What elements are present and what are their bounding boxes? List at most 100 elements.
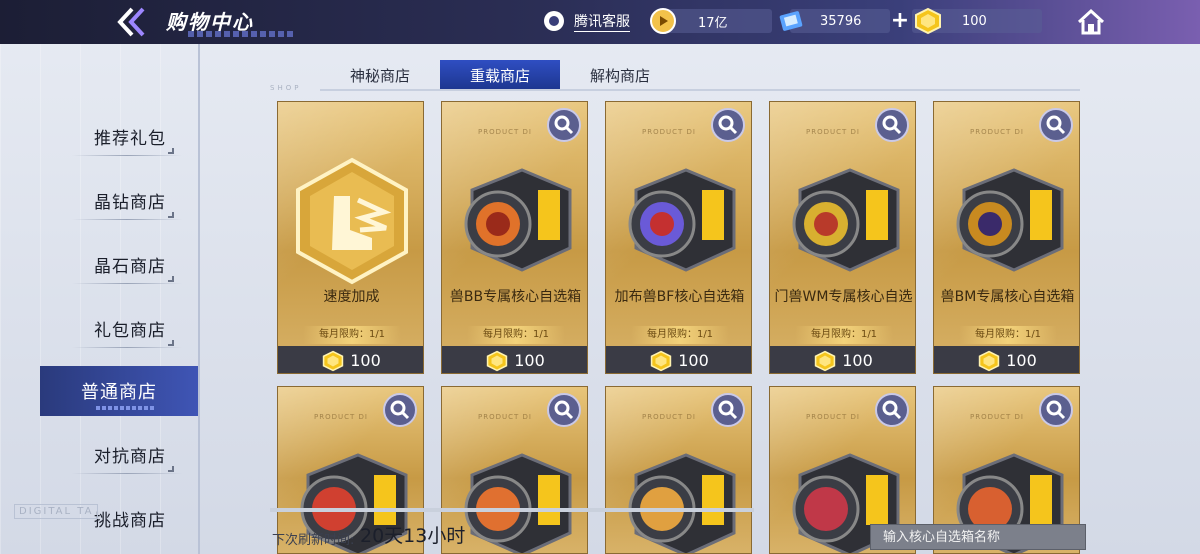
magnify-button[interactable] [875,108,909,142]
core-capsule-icon [792,168,900,272]
shop-tag: SHOP [270,84,302,92]
sidebar-item-label: 普通商店 [81,382,157,403]
gem-icon [487,350,508,371]
gem-icon [651,350,672,371]
product-name: 加布兽BF核心自选箱 [614,289,745,305]
product-name: 兽BM专属核心自选箱 [940,289,1075,305]
core-capsule-icon [628,168,736,272]
crystal-value: 35796 [820,13,862,29]
core-capsule-icon [628,453,736,553]
price-button[interactable]: 100 [770,346,915,373]
product-card[interactable]: 速度加成 每月限购：1/1 100 [277,101,424,374]
product-name: 兽BB专属核心自选箱 [449,289,582,305]
add-gem-button[interactable]: + [890,9,910,33]
corner-mark-icon [168,148,174,154]
gem-value: 100 [962,13,987,29]
magnify-button[interactable] [1039,393,1073,427]
magnify-icon [718,400,738,420]
refresh-countdown: 20天13小时 [360,525,466,547]
purchase-limit: 每月限购：1/1 [631,326,729,344]
magnify-icon [554,400,574,420]
boot-speed-icon [296,157,408,285]
product-card[interactable]: PRODUCT DI 兽BB专属核心自选箱 每月限购：1/1 100 [441,101,588,374]
back-button[interactable] [112,6,152,38]
sidebar-item-versus-shop[interactable]: 对抗商店 [60,430,200,478]
resource-gem: 100 [912,7,1042,35]
magnify-icon [554,115,574,135]
magnify-button[interactable] [547,393,581,427]
active-indicator [96,406,156,410]
headset-icon [544,11,564,31]
price-button[interactable]: 100 [606,346,751,373]
magnify-icon [1046,115,1066,135]
gem-icon [915,7,941,35]
magnify-button[interactable] [547,108,581,142]
gem-icon [815,350,836,371]
tab-mystery-shop[interactable]: 神秘商店 [320,60,440,90]
tab-heavy-shop[interactable]: 重载商店 [440,60,560,90]
price-value: 100 [514,351,545,370]
core-capsule-icon [956,168,1064,272]
resource-play-coin: 17亿 [650,8,772,34]
resource-crystal: 35796 [779,9,890,33]
magnify-button[interactable] [383,393,417,427]
purchase-limit: 每月限购：1/1 [959,326,1057,344]
sidebar-item-label: 挑战商店 [94,510,166,531]
magnify-icon [882,115,902,135]
home-icon [1077,8,1105,35]
corner-mark-icon [168,466,174,472]
magnify-button[interactable] [1039,108,1073,142]
card-brand: PRODUCT DI [806,128,860,136]
card-brand: PRODUCT DI [642,413,696,421]
sidebar-underline [72,155,182,156]
product-card[interactable]: PRODUCT DI [605,386,752,554]
price-value: 100 [842,351,873,370]
sidebar-item-diamond-shop[interactable]: 晶钻商店 [60,176,200,224]
home-button[interactable] [1074,6,1108,38]
card-brand: PRODUCT DI [642,128,696,136]
customer-service-link[interactable]: 腾讯客服 [542,9,630,33]
sidebar-item-label: 晶石商店 [94,256,166,277]
sidebar-item-label: 晶钻商店 [94,192,166,213]
corner-mark-icon [168,276,174,282]
magnify-icon [882,400,902,420]
sidebar-item-crystal-shop[interactable]: 晶石商店 [60,240,200,288]
sidebar-item-normal-shop[interactable]: 普通商店 [40,366,198,416]
purchase-limit: 每月限购：1/1 [795,326,893,344]
sidebar-item-recommended[interactable]: 推荐礼包 [60,112,200,160]
price-button[interactable]: 100 [278,346,423,373]
card-brand: PRODUCT DI [806,413,860,421]
sidebar-item-label: 对抗商店 [94,446,166,467]
corner-mark-icon [168,212,174,218]
sidebar-item-gift-shop[interactable]: 礼包商店 [60,304,200,352]
sidebar-item-label: 推荐礼包 [94,128,166,149]
magnify-icon [1046,400,1066,420]
core-capsule-icon [464,168,572,272]
card-brand: PRODUCT DI [478,128,532,136]
product-card[interactable]: PRODUCT DI 兽BM专属核心自选箱 每月限购：1/1 100 [933,101,1080,374]
price-button[interactable]: 100 [934,346,1079,373]
product-card[interactable]: PRODUCT DI 门兽WM专属核心自选 每月限购：1/1 100 [769,101,916,374]
scroll-track [270,508,754,512]
tab-deconstruct-shop[interactable]: 解构商店 [560,60,680,90]
card-brand: PRODUCT DI [478,413,532,421]
magnify-icon [718,115,738,135]
price-button[interactable]: 100 [442,346,587,373]
crystal-icon [779,11,803,31]
card-brand: PRODUCT DI [970,413,1024,421]
product-card[interactable]: PRODUCT DI 加布兽BF核心自选箱 每月限购：1/1 100 [605,101,752,374]
magnify-button[interactable] [711,393,745,427]
magnify-button[interactable] [711,108,745,142]
magnify-button[interactable] [875,393,909,427]
gem-icon [979,350,1000,371]
sidebar-underline [72,219,182,220]
sidebar-item-label: 礼包商店 [94,320,166,341]
card-brand: PRODUCT DI [970,128,1024,136]
gem-icon [323,350,344,371]
corner-mark-icon [168,340,174,346]
refresh-label: 下次刷新时间: [272,533,355,548]
chevron-left-icon [117,7,145,37]
purchase-limit: 每月限购：1/1 [303,326,401,344]
core-search-input[interactable] [870,524,1086,550]
shop-tabs: 神秘商店 重载商店 解构商店 [320,60,680,90]
